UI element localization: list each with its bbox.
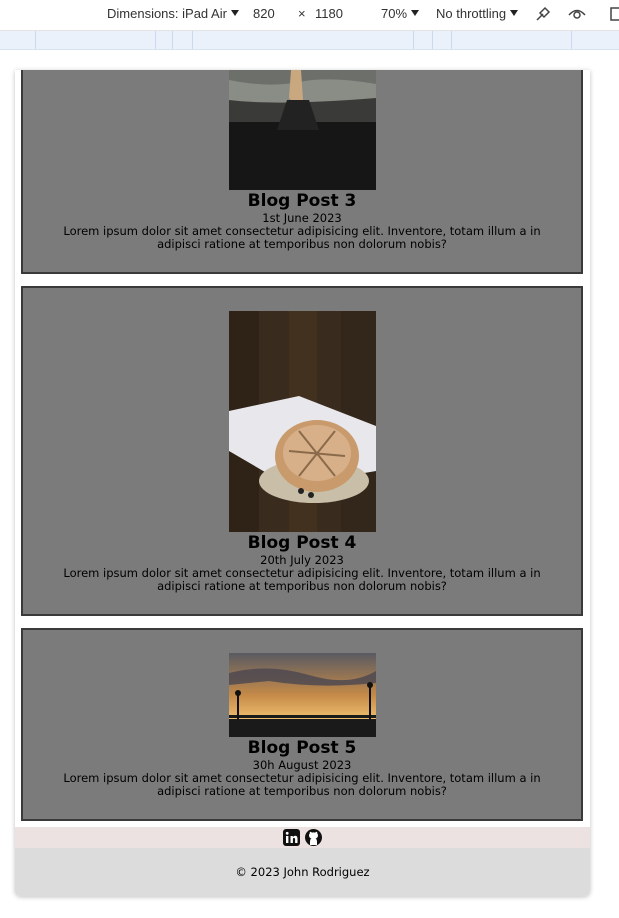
ruler-tick: [192, 31, 193, 49]
ruler-tick: [172, 31, 173, 49]
social-links-bar: [15, 827, 590, 848]
blog-post-excerpt: Lorem ipsum dolor sit amet consectetur a…: [63, 224, 541, 251]
footer-copyright: © 2023 John Rodriguez: [235, 865, 370, 879]
blog-post-excerpt: Lorem ipsum dolor sit amet consectetur a…: [63, 566, 541, 593]
zoom-dropdown[interactable]: 70%: [381, 6, 420, 21]
devtools-toolbar: Dimensions: iPad Air 820 × 1180 70% No t…: [0, 0, 619, 31]
blog-post-card[interactable]: Blog Post 3 1st June 2023 Lorem ipsum do…: [21, 70, 583, 274]
blog-post-5-image: [229, 653, 376, 737]
linkedin-icon[interactable]: [283, 829, 300, 846]
blog-post-card[interactable]: Blog Post 4 20th July 2023 Lorem ipsum d…: [21, 286, 583, 616]
ruler-tick: [571, 31, 572, 49]
device-viewport: Blog Post 3 1st June 2023 Lorem ipsum do…: [15, 70, 590, 896]
dimensions-label: Dimensions: iPad Air: [107, 6, 227, 21]
chevron-down-icon: [411, 10, 420, 16]
zoom-label: 70%: [381, 6, 408, 21]
github-icon[interactable]: [305, 829, 322, 846]
blog-post-date: 30h August 2023: [252, 758, 352, 772]
eye-icon[interactable]: [567, 4, 587, 24]
media-query-ruler[interactable]: [0, 31, 619, 50]
ruler-tick: [413, 31, 414, 49]
height-input[interactable]: 1180: [315, 6, 343, 21]
sensors-icon[interactable]: [533, 4, 553, 24]
blog-post-title[interactable]: Blog Post 4: [23, 533, 581, 553]
blog-post-title[interactable]: Blog Post 5: [23, 738, 581, 758]
chevron-down-icon: [230, 10, 239, 16]
blog-post-excerpt: Lorem ipsum dolor sit amet consectetur a…: [63, 771, 541, 798]
ruler-tick: [432, 31, 433, 49]
device-dimensions-dropdown[interactable]: Dimensions: iPad Air: [107, 6, 239, 21]
more-options-icon[interactable]: [608, 4, 619, 24]
ruler-tick: [451, 31, 452, 49]
ruler-tick: [35, 31, 36, 49]
blog-post-4-image: [229, 311, 376, 532]
chevron-down-icon: [510, 10, 519, 16]
blog-post-date: 1st June 2023: [262, 211, 342, 225]
blog-post-3-image: [229, 70, 376, 190]
ruler-tick: [155, 31, 156, 49]
throttling-dropdown[interactable]: No throttling: [436, 6, 519, 21]
width-input[interactable]: 820: [253, 6, 275, 21]
blog-post-card[interactable]: Blog Post 5 30h August 2023 Lorem ipsum …: [21, 628, 583, 821]
blog-post-date: 20th July 2023: [260, 553, 344, 567]
site-footer: © 2023 John Rodriguez: [15, 848, 590, 896]
blog-post-title[interactable]: Blog Post 3: [23, 191, 581, 211]
throttling-label: No throttling: [436, 6, 507, 21]
times-separator: ×: [298, 6, 306, 21]
